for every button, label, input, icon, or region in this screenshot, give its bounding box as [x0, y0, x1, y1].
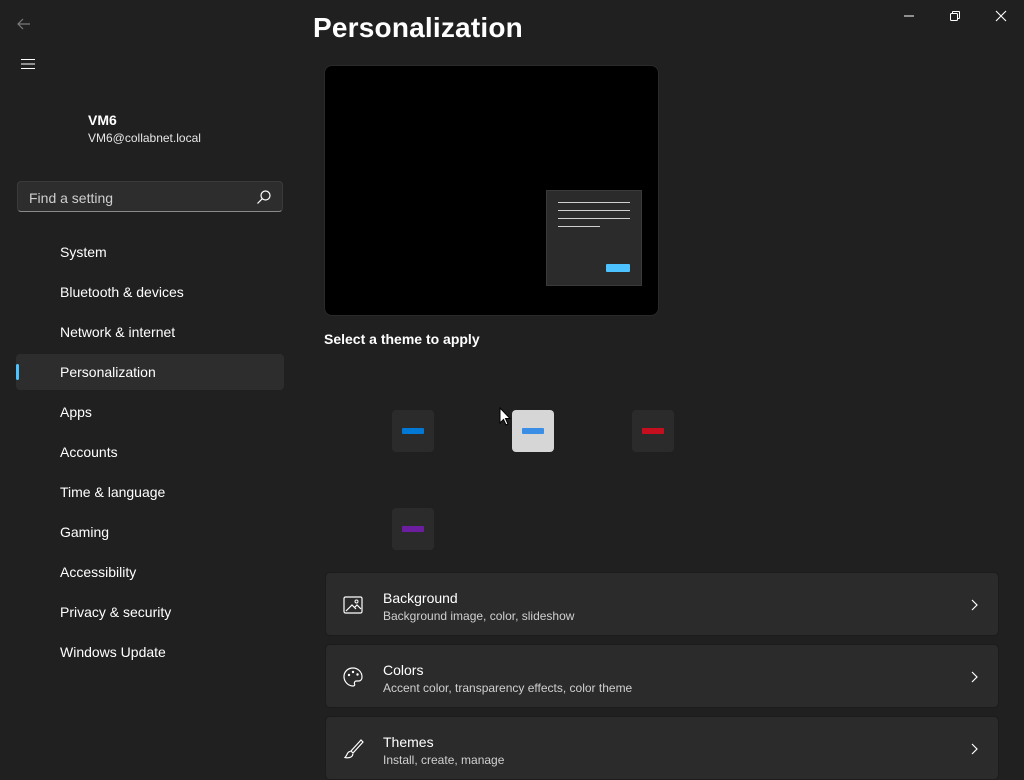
preview-text-line — [558, 218, 630, 219]
preview-accent-button — [606, 264, 630, 272]
card-title: Colors — [383, 662, 424, 678]
mouse-cursor-icon — [499, 407, 511, 426]
sidebar-item-accounts[interactable]: Accounts — [16, 434, 284, 470]
sidebar-item-apps[interactable]: Apps — [16, 394, 284, 430]
search-icon[interactable] — [256, 189, 272, 205]
page-title: Personalization — [313, 12, 523, 43]
brush-icon — [343, 739, 364, 759]
sidebar-item-personalization[interactable]: Personalization — [16, 354, 284, 390]
minimize-icon — [904, 15, 914, 17]
sidebar-item-label: Accounts — [60, 444, 118, 460]
card-title: Background — [383, 590, 458, 606]
sidebar-item-gaming[interactable]: Gaming — [16, 514, 284, 550]
chevron-right-icon — [971, 599, 978, 611]
theme-accent-swatch — [642, 428, 664, 434]
search-input[interactable] — [27, 182, 251, 213]
restore-icon — [950, 11, 960, 21]
hamburger-icon — [21, 58, 35, 70]
chevron-right-icon — [971, 743, 978, 755]
card-subtitle: Install, create, manage — [383, 753, 505, 767]
card-title: Themes — [383, 734, 434, 750]
theme-accent-swatch — [402, 428, 424, 434]
nav-menu-button[interactable] — [14, 50, 42, 78]
account-name: VM6 — [88, 112, 117, 128]
theme-tile-dark-purple[interactable] — [392, 508, 434, 550]
account-email: VM6@collabnet.local — [88, 131, 201, 145]
preview-text-line — [558, 226, 600, 227]
close-icon — [995, 10, 1007, 22]
minimize-button[interactable] — [886, 0, 932, 32]
sidebar-item-label: Privacy & security — [60, 604, 172, 620]
sidebar-item-label: Gaming — [60, 524, 110, 540]
sidebar-item-label: Windows Update — [60, 644, 166, 660]
restore-button[interactable] — [932, 0, 978, 32]
sidebar-item-label: Accessibility — [60, 564, 137, 580]
themes-card[interactable]: Themes Install, create, manage — [325, 716, 999, 780]
theme-accent-swatch — [522, 428, 544, 434]
back-arrow-icon — [17, 18, 30, 30]
sidebar-item-accessibility[interactable]: Accessibility — [16, 554, 284, 590]
background-card[interactable]: Background Background image, color, slid… — [325, 572, 999, 636]
sidebar-item-label: Bluetooth & devices — [60, 284, 184, 300]
preview-window-mockup — [546, 190, 642, 286]
sidebar-item-time-language[interactable]: Time & language — [16, 474, 284, 510]
back-button[interactable] — [10, 10, 38, 38]
palette-icon — [343, 667, 363, 687]
search-box[interactable] — [17, 181, 283, 213]
sidebar-item-privacy-security[interactable]: Privacy & security — [16, 594, 284, 630]
theme-accent-swatch — [402, 526, 424, 532]
preview-text-line — [558, 210, 630, 211]
sidebar-item-label: Personalization — [60, 364, 156, 380]
image-icon — [343, 596, 363, 614]
select-theme-heading: Select a theme to apply — [324, 331, 480, 347]
card-subtitle: Background image, color, slideshow — [383, 609, 575, 623]
sidebar-item-bluetooth-devices[interactable]: Bluetooth & devices — [16, 274, 284, 310]
theme-tile-dark-red[interactable] — [632, 410, 674, 452]
sidebar-item-label: System — [60, 244, 107, 260]
preview-text-line — [558, 202, 630, 203]
sidebar-item-windows-update[interactable]: Windows Update — [16, 634, 284, 670]
theme-tile-dark-blue[interactable] — [392, 410, 434, 452]
sidebar-nav: System Bluetooth & devices Network & int… — [16, 234, 284, 674]
sidebar-item-label: Network & internet — [60, 324, 176, 340]
sidebar-item-system[interactable]: System — [16, 234, 284, 270]
close-button[interactable] — [978, 0, 1024, 32]
sidebar-item-label: Apps — [60, 404, 92, 420]
sidebar-item-label: Time & language — [60, 484, 166, 500]
chevron-right-icon — [971, 671, 978, 683]
colors-card[interactable]: Colors Accent color, transparency effect… — [325, 644, 999, 708]
card-subtitle: Accent color, transparency effects, colo… — [383, 681, 633, 695]
theme-tile-light[interactable] — [512, 410, 554, 452]
sidebar-item-network-internet[interactable]: Network & internet — [16, 314, 284, 350]
